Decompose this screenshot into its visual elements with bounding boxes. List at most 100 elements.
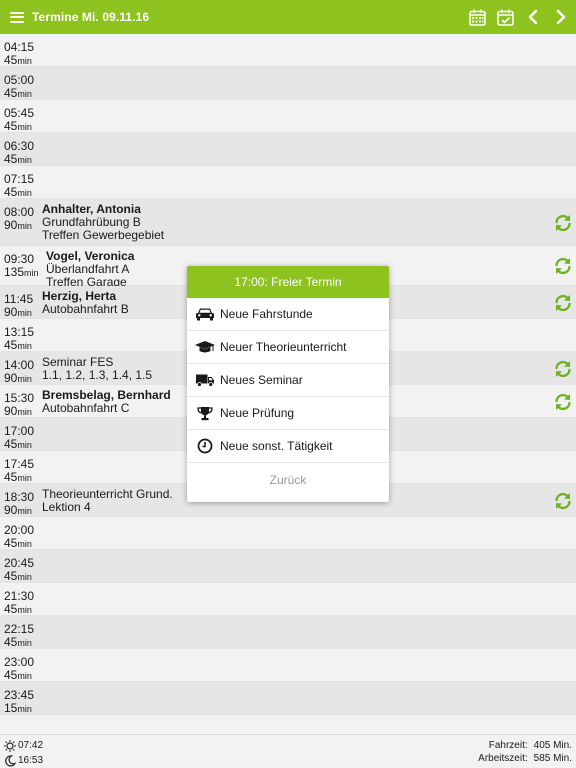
hamburger-icon [10, 11, 24, 23]
calendar-button[interactable] [466, 6, 488, 28]
slot-time: 23:00 45min [4, 656, 34, 683]
graduation-cap-icon [195, 339, 215, 355]
back-button[interactable]: Zurück [187, 463, 389, 496]
slot-duration: 90min [4, 219, 34, 233]
clock-icon [195, 438, 215, 454]
slot-duration: 45min [4, 603, 34, 617]
slot-time: 11:45 90min [4, 293, 33, 320]
popup-title: 17:00: Freier Termin [187, 266, 389, 298]
slot-time: 17:45 45min [4, 458, 34, 485]
fahrzeit-label: Fahrzeit: [488, 740, 528, 751]
slot-duration-value: 90 [4, 404, 18, 418]
slot-duration-unit: min [17, 605, 32, 615]
slot-duration-unit: min [17, 572, 32, 582]
sun-times: 07:42 16:53 [4, 738, 43, 768]
slot-duration-value: 45 [4, 437, 18, 451]
sunset-row: 16:53 [4, 753, 43, 768]
sync-icon[interactable] [554, 294, 572, 312]
previous-day-button[interactable] [522, 6, 544, 28]
new-other-activity-item[interactable]: Neue sonst. Tätigkeit [187, 430, 389, 463]
slot-duration-unit: min [17, 221, 32, 231]
sync-icon[interactable] [554, 360, 572, 378]
slot-time: 09:30 135min [4, 253, 39, 280]
appointment-detail: Autobahnfahrt B [42, 302, 129, 316]
slot-duration: 45min [4, 339, 34, 353]
calendar-today-button[interactable] [494, 6, 516, 28]
slot-duration-unit: min [17, 407, 32, 417]
slot-duration-value: 45 [4, 569, 18, 583]
slot-duration-unit: min [17, 638, 32, 648]
slot-row[interactable]: 08:00 90min Anhalter, Antonia Grundfahrübun… [0, 199, 576, 246]
slot-row[interactable]: 22:15 45min [0, 616, 576, 649]
car-icon [195, 306, 215, 322]
slot-time: 06:30 45min [4, 140, 34, 167]
slot-duration-value: 45 [4, 470, 18, 484]
slot-duration: 45min [4, 120, 34, 134]
truck-icon [195, 372, 215, 388]
sync-icon[interactable] [554, 257, 572, 275]
slot-duration-value: 90 [4, 305, 18, 319]
slot-duration-unit: min [24, 268, 39, 278]
slot-duration-unit: min [17, 308, 32, 318]
sync-icon[interactable] [554, 214, 572, 232]
slot-time: 18:30 90min [4, 491, 34, 518]
slot-duration-value: 90 [4, 371, 18, 385]
fahrzeit-value: 405 Min. [533, 740, 572, 751]
sync-icon[interactable] [554, 492, 572, 510]
appointment-detail: 1.1, 1.2, 1.3, 1.4, 1.5 [42, 368, 153, 382]
slot-duration: 90min [4, 306, 33, 320]
slot-duration: 45min [4, 153, 34, 167]
menu-button[interactable] [2, 0, 32, 34]
time-totals: Fahrzeit: 405 Min. Arbeitszeit: 585 Min. [478, 739, 572, 765]
slot-row[interactable]: 05:00 45min [0, 67, 576, 100]
new-driving-lesson-item[interactable]: Neue Fahrstunde [187, 298, 389, 331]
slot-duration-unit: min [17, 473, 32, 483]
new-theory-lesson-item[interactable]: Neuer Theorieunterricht [187, 331, 389, 364]
new-exam-item[interactable]: Neue Prüfung [187, 397, 389, 430]
slot-duration: 45min [4, 87, 34, 101]
slot-time: 15:30 90min [4, 392, 34, 419]
slot-time: 13:15 45min [4, 326, 34, 353]
slot-duration-value: 90 [4, 503, 18, 517]
slot-row[interactable]: 04:15 45min [0, 34, 576, 67]
trophy-icon [195, 405, 215, 421]
slot-duration: 45min [4, 636, 34, 650]
slot-row[interactable]: 23:45 15min [0, 682, 576, 715]
new-other-activity-label: Neue sonst. Tätigkeit [220, 439, 333, 453]
slot-row[interactable]: 21:30 45min [0, 583, 576, 616]
slot-duration-value: 135 [4, 265, 25, 279]
appointment-info: Bremsbelag, Bernhard Autobahnfahrt C [42, 389, 171, 415]
sunrise-row: 07:42 [4, 738, 43, 753]
slot-duration-unit: min [17, 188, 32, 198]
slot-duration-unit: min [17, 56, 32, 66]
slot-duration-value: 45 [4, 338, 18, 352]
slot-duration: 45min [4, 537, 34, 551]
slot-row[interactable]: 20:45 45min [0, 550, 576, 583]
appointment-info: Theorieunterricht Grund. Lektion 4 [42, 488, 173, 514]
slot-duration: 45min [4, 471, 34, 485]
slot-duration: 15min [4, 702, 34, 716]
slot-row[interactable]: 06:30 45min [0, 133, 576, 166]
slot-duration-unit: min [17, 122, 32, 132]
slot-time: 08:00 90min [4, 206, 34, 233]
sync-icon[interactable] [554, 393, 572, 411]
day-summary-footer: 07:42 16:53 Fahrzeit: 405 Min. Arbeitsze… [0, 734, 576, 768]
slot-time: 17:00 45min [4, 425, 34, 452]
slot-duration-unit: min [17, 440, 32, 450]
appointment-detail: Treffen Gewerbegebiet [42, 228, 165, 242]
slot-row[interactable]: 05:45 45min [0, 100, 576, 133]
new-seminar-item[interactable]: Neues Seminar [187, 364, 389, 397]
slot-duration-unit: min [17, 155, 32, 165]
slot-duration-unit: min [17, 374, 32, 384]
sunset-time: 16:53 [18, 755, 44, 766]
appointment-info: Anhalter, Antonia Grundfahrübung B Treffen… [42, 203, 164, 242]
slot-row[interactable]: 20:00 45min [0, 517, 576, 550]
next-day-button[interactable] [550, 6, 572, 28]
slot-row[interactable]: 23:00 45min [0, 649, 576, 682]
new-driving-lesson-label: Neue Fahrstunde [220, 307, 313, 321]
appointment-detail: Autobahnfahrt C [42, 401, 130, 415]
slot-time: 07:15 45min [4, 173, 34, 200]
arbeitszeit-value: 585 Min. [533, 753, 572, 764]
slot-row[interactable]: 07:15 45min [0, 166, 576, 199]
slot-duration-value: 15 [4, 701, 18, 715]
